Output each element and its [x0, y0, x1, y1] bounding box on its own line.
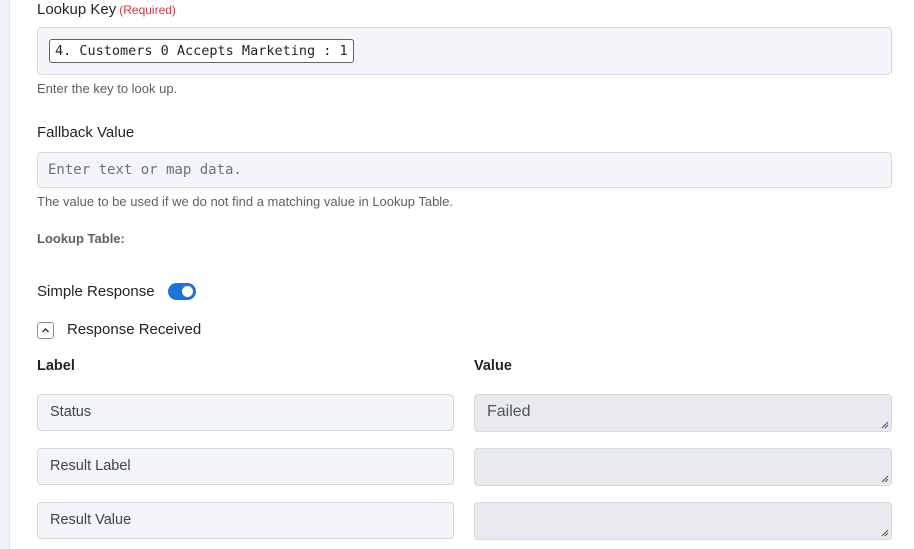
- lookup-key-label: Lookup Key (Required): [37, 1, 176, 18]
- mapped-data-token[interactable]: 4. Customers 0 Accepts Marketing : 1: [49, 39, 354, 63]
- chevron-up-icon: [42, 328, 49, 333]
- collapse-button[interactable]: [37, 322, 54, 339]
- resize-grip-icon[interactable]: [880, 528, 889, 537]
- row-label-status[interactable]: Status: [37, 394, 454, 431]
- required-marker: (Required): [119, 3, 176, 17]
- row-value-result-label[interactable]: [474, 448, 892, 486]
- row-value-status[interactable]: Failed: [474, 394, 892, 432]
- value-column-header: Value: [474, 358, 512, 374]
- lookup-key-label-text: Lookup Key: [37, 1, 117, 18]
- row-value-result-value[interactable]: [474, 502, 892, 540]
- fallback-value-help: The value to be used if we do not find a…: [37, 194, 454, 209]
- label-column-header: Label: [37, 358, 75, 374]
- row-value-status-text: Failed: [487, 403, 531, 420]
- response-received-label: Response Received: [67, 321, 202, 338]
- left-panel-edge: [0, 0, 10, 549]
- fallback-value-input[interactable]: Enter text or map data.: [37, 152, 892, 188]
- toggle-knob: [182, 286, 193, 297]
- fallback-value-label: Fallback Value: [37, 124, 135, 141]
- resize-grip-icon[interactable]: [880, 474, 889, 483]
- lookup-key-help: Enter the key to look up.: [37, 81, 178, 96]
- simple-response-toggle[interactable]: [168, 283, 196, 300]
- lookup-table-label: Lookup Table:: [37, 231, 125, 246]
- resize-grip-icon[interactable]: [880, 420, 889, 429]
- row-label-result-label[interactable]: Result Label: [37, 448, 454, 485]
- lookup-key-field[interactable]: 4. Customers 0 Accepts Marketing : 1: [37, 27, 892, 75]
- fallback-value-placeholder: Enter text or map data.: [48, 162, 242, 178]
- simple-response-label: Simple Response: [37, 283, 155, 300]
- row-label-result-value[interactable]: Result Value: [37, 502, 454, 539]
